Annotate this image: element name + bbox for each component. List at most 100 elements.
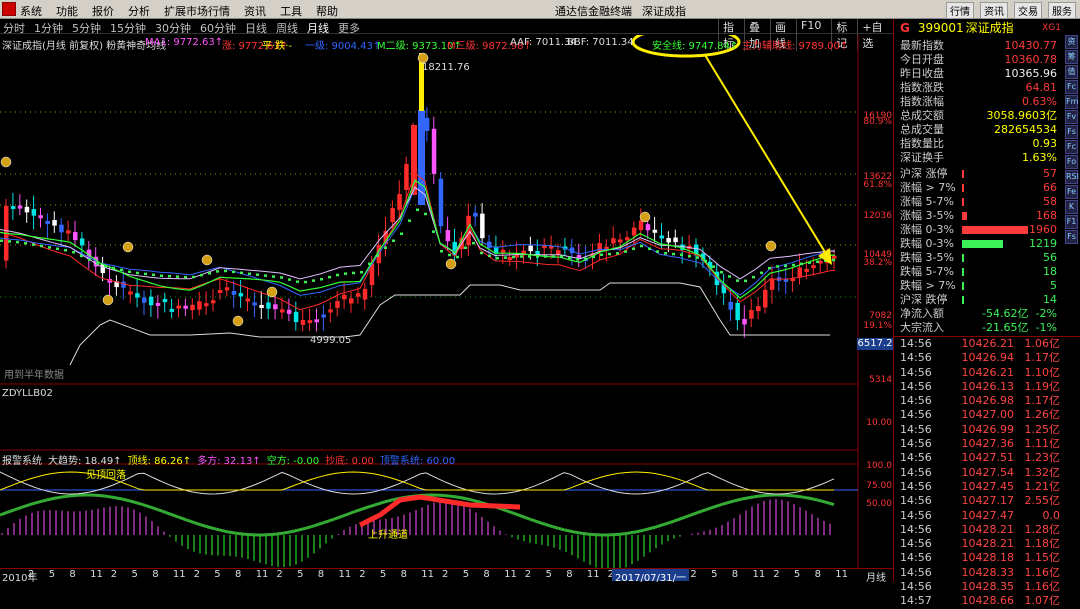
period-tab[interactable]: 月线 (307, 20, 329, 36)
tick-price: 10428.33 (961, 565, 1015, 579)
menu-item[interactable]: 分析 (128, 3, 150, 19)
safety-line-dot (232, 270, 235, 274)
tick-time: 14:56 (900, 437, 932, 451)
time-axis-label: 2 (773, 569, 780, 580)
side-tab[interactable]: 资 (1065, 35, 1078, 49)
breadth-bar (962, 212, 967, 220)
signal-marker-icon (445, 258, 457, 270)
kline-candle (66, 230, 71, 234)
stat-value: 10430.77 (1004, 39, 1058, 52)
kline-candle (148, 296, 154, 306)
tick-volume: 0.0 (1042, 508, 1061, 522)
safety-line-dot (568, 256, 571, 260)
safety-line-dot (664, 252, 667, 255)
side-tab[interactable]: RSI (1065, 170, 1079, 184)
side-tab[interactable]: 筹 (1065, 50, 1078, 64)
time-axis-label: 8 (731, 569, 739, 580)
tick-volume: 1.21亿 (1024, 479, 1061, 493)
menu-item[interactable]: 系统 (20, 3, 42, 19)
breadth-row: 涨幅 > 7% 66 (894, 181, 1080, 195)
top-button[interactable]: 资讯 (980, 2, 1008, 19)
side-tab[interactable]: Fo (1065, 155, 1078, 169)
side-tab[interactable]: Fv (1065, 110, 1078, 124)
period-tab[interactable]: 日线 (245, 20, 267, 36)
tick-row: 14:56 10426.94 1.17亿 (894, 351, 1080, 365)
kline-candle (728, 301, 733, 310)
kline-candle (397, 193, 402, 210)
side-tab[interactable]: Fm (1065, 95, 1078, 109)
menu-item[interactable]: 功能 (56, 3, 78, 19)
breadth-value: 1960 (1029, 223, 1057, 236)
price-axis: 16190 80.9% 13622 61.8% 12036 10449 38.2% 7082 1… (858, 0, 893, 568)
kline-candle (645, 224, 651, 231)
kline-candle (424, 117, 430, 131)
time-axis-label: 11 (338, 569, 352, 580)
safety-line-dot (736, 279, 739, 282)
tick-price: 10428.21 (961, 522, 1015, 536)
period-tab[interactable]: 15分钟 (110, 20, 146, 36)
period-label: 月线 (866, 573, 886, 584)
safety-line-dot (584, 257, 587, 261)
side-tab[interactable]: Fe (1065, 185, 1078, 199)
period-tab[interactable]: 周线 (276, 20, 298, 36)
side-tab[interactable]: Fs (1065, 230, 1078, 244)
top-button[interactable]: 交易 (1014, 2, 1042, 19)
kline-candle (31, 209, 37, 216)
top-button[interactable]: 行情 (946, 2, 974, 19)
signal-marker-icon (266, 286, 278, 298)
menu-item[interactable]: 扩展市场行情 (164, 3, 230, 19)
side-tab[interactable]: Fc (1065, 80, 1078, 94)
stat-row: 昨日收盘 10365.96 (894, 67, 1080, 81)
safety-line-dot (24, 241, 27, 245)
period-tab[interactable]: 1分钟 (34, 20, 63, 36)
kline-candle (631, 227, 637, 236)
stat-row: 今日开盘 10360.78 (894, 53, 1080, 67)
tick-row: 14:57 10428.66 1.07亿 (894, 594, 1080, 608)
menu-item[interactable]: 资讯 (244, 3, 266, 19)
menu-item[interactable]: 工具 (280, 3, 302, 19)
safety-line-dot (600, 253, 603, 256)
side-tab[interactable]: K (1065, 200, 1078, 214)
breadth-value: 66 (1043, 181, 1057, 194)
stat-row: 深证换手 1.63% (894, 151, 1080, 165)
breadth-label: 跌幅 5-7% (900, 265, 954, 278)
period-tab[interactable]: 5分钟 (72, 20, 101, 36)
menu-item[interactable]: 报价 (92, 3, 114, 19)
period-tab[interactable]: 更多 (338, 20, 360, 36)
safety-line-dot (688, 254, 691, 258)
tick-volume: 1.06亿 (1024, 337, 1061, 350)
stat-value: 282654534 (994, 123, 1057, 136)
safety-line-dot (384, 246, 387, 249)
period-tab[interactable]: 60分钟 (200, 20, 236, 36)
side-tab[interactable]: Fs (1065, 125, 1078, 139)
price-axis-label: 38.2% (863, 258, 892, 268)
top-button[interactable]: 服务 (1048, 2, 1076, 19)
kline-candle (128, 291, 133, 295)
side-tab[interactable]: Fc (1065, 140, 1078, 154)
side-tab[interactable]: 值 (1065, 65, 1078, 79)
tick-list[interactable]: 14:56 10426.21 1.06亿 14:56 10426.94 1.17亿 14:5… (894, 336, 1080, 609)
kline-chart[interactable] (0, 35, 893, 581)
tick-price: 10427.47 (961, 508, 1015, 522)
tick-price: 10426.21 (961, 365, 1015, 379)
ma-red-line (0, 172, 836, 311)
kline-candle (556, 250, 561, 255)
kline-candle (204, 303, 209, 307)
tick-price: 10427.45 (961, 479, 1015, 493)
tick-price: 10427.51 (961, 451, 1015, 465)
period-tab[interactable]: 30分钟 (155, 20, 191, 36)
tick-volume: 1.16亿 (1024, 580, 1061, 594)
time-axis-label: 11 (255, 569, 269, 580)
period-tab[interactable]: 分时 (3, 20, 25, 36)
kline-candle (362, 288, 368, 300)
kline-candle (245, 298, 250, 302)
indicator-info-line: 深证成指(月线 前复权) 粉黄神奇均线 MA1: 9772.63↑ 涨: 9772.… (0, 35, 858, 52)
kline-candle (300, 319, 306, 325)
kline-candle (763, 289, 768, 308)
tick-volume: 1.11亿 (1024, 437, 1061, 451)
breadth-distribution: 沪深 涨停 57 涨幅 > 7% 66 涨幅 5-7% 58 涨幅 3-5% 168 涨幅 0-… (894, 167, 1080, 307)
kline-candle (266, 302, 271, 309)
side-tab[interactable]: F1 (1065, 215, 1078, 229)
safety-line-dot (680, 253, 683, 256)
menu-item[interactable]: 帮助 (316, 3, 338, 19)
